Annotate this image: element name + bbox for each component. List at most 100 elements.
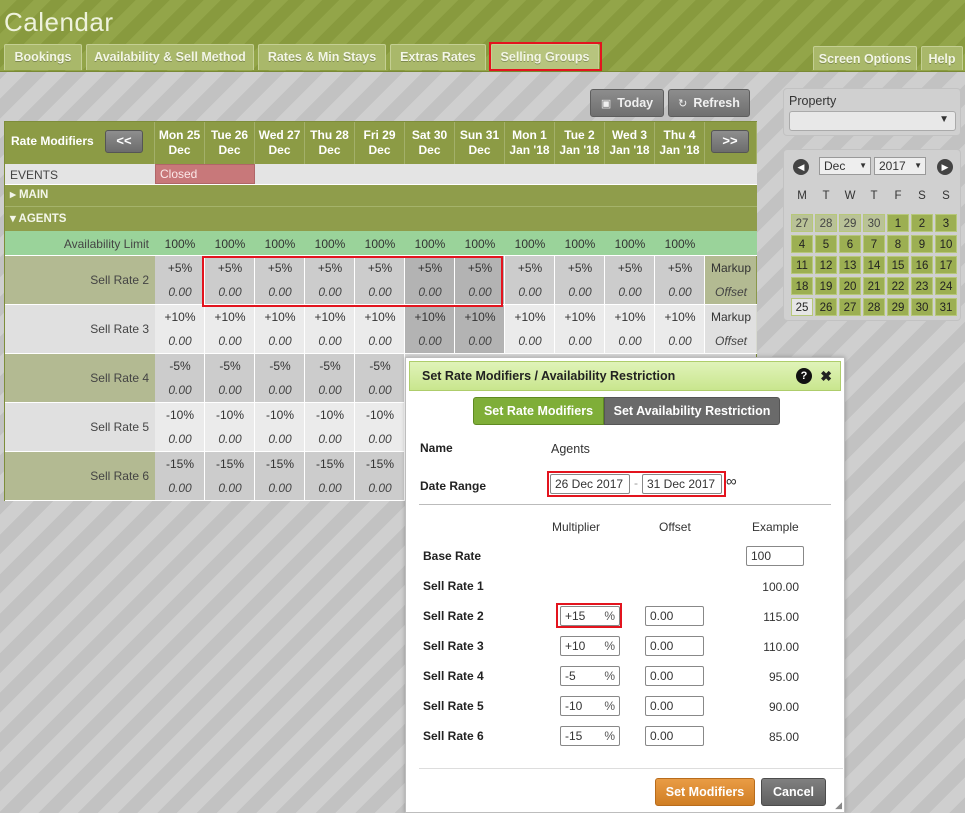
offset-input[interactable]: 0.00 — [645, 606, 704, 626]
rate-cell[interactable]: -15% 0.00 — [205, 452, 255, 500]
rate-cell[interactable]: +10% 0.00 — [255, 305, 305, 353]
calendar-day[interactable]: 30 — [863, 214, 885, 232]
day-header[interactable]: Mon 1 Jan '18 — [505, 122, 555, 164]
prev-week-button[interactable]: << — [105, 130, 143, 153]
rate-cell[interactable]: -15% 0.00 — [155, 452, 205, 500]
infinity-icon[interactable]: ∞ — [726, 473, 737, 490]
rate-cell[interactable]: +5% 0.00 — [655, 256, 705, 304]
multiplier-input[interactable]: +15% — [560, 606, 620, 626]
rate-cell[interactable]: -5% 0.00 — [355, 354, 405, 402]
availability-cell[interactable]: 100% — [455, 237, 505, 251]
availability-cell[interactable]: 100% — [405, 237, 455, 251]
help-icon[interactable]: ? — [796, 368, 812, 384]
calendar-day[interactable]: 23 — [911, 277, 933, 295]
availability-cell[interactable]: 100% — [205, 237, 255, 251]
multiplier-input[interactable]: -15% — [560, 726, 620, 746]
rate-cell[interactable]: -10% 0.00 — [255, 403, 305, 451]
day-header[interactable]: Sat 30 Dec — [405, 122, 455, 164]
rate-cell[interactable]: +5% 0.00 — [555, 256, 605, 304]
rate-cell[interactable]: +10% 0.00 — [655, 305, 705, 353]
refresh-button[interactable]: ↻ Refresh — [668, 89, 750, 117]
calendar-day[interactable]: 29 — [887, 298, 909, 316]
calendar-day[interactable]: 16 — [911, 256, 933, 274]
calendar-day[interactable]: 28 — [863, 298, 885, 316]
seg-set-rate-modifiers[interactable]: Set Rate Modifiers — [473, 397, 604, 425]
day-header[interactable]: Wed 3 Jan '18 — [605, 122, 655, 164]
date-to-input[interactable]: 31 Dec 2017 — [642, 474, 722, 494]
set-modifiers-button[interactable]: Set Modifiers — [655, 778, 755, 806]
calendar-day[interactable]: 19 — [815, 277, 837, 295]
help-button[interactable]: Help — [921, 46, 963, 70]
availability-cell[interactable]: 100% — [305, 237, 355, 251]
rate-cell[interactable]: +10% 0.00 — [305, 305, 355, 353]
rate-cell[interactable]: +10% 0.00 — [605, 305, 655, 353]
calendar-day[interactable]: 27 — [839, 298, 861, 316]
calendar-day[interactable]: 26 — [815, 298, 837, 316]
rate-cell[interactable]: +5% 0.00 — [305, 256, 355, 304]
day-header[interactable]: Thu 4 Jan '18 — [655, 122, 705, 164]
tab-extras-rates[interactable]: Extras Rates — [390, 44, 486, 70]
day-header[interactable]: Mon 25 Dec — [155, 122, 205, 164]
rate-cell[interactable]: +5% 0.00 — [355, 256, 405, 304]
tab-bookings[interactable]: Bookings — [4, 44, 82, 70]
calendar-day[interactable]: 20 — [839, 277, 861, 295]
rate-cell[interactable]: +5% 0.00 — [405, 256, 455, 304]
rate-cell[interactable]: +5% 0.00 — [155, 256, 205, 304]
day-header[interactable]: Tue 26 Dec — [205, 122, 255, 164]
year-select[interactable]: 2017 ▼ — [874, 157, 926, 175]
calendar-day[interactable]: 14 — [863, 256, 885, 274]
rate-cell[interactable]: -5% 0.00 — [305, 354, 355, 402]
calendar-day[interactable]: 3 — [935, 214, 957, 232]
multiplier-input[interactable]: -10% — [560, 696, 620, 716]
calendar-day[interactable]: 18 — [791, 277, 813, 295]
rate-cell[interactable]: -10% 0.00 — [155, 403, 205, 451]
availability-cell[interactable]: 100% — [155, 237, 205, 251]
calendar-day[interactable]: 10 — [935, 235, 957, 253]
today-button[interactable]: ▣ Today — [590, 89, 664, 117]
calendar-day[interactable]: 24 — [935, 277, 957, 295]
rate-cell[interactable]: +5% 0.00 — [205, 256, 255, 304]
calendar-day[interactable]: 30 — [911, 298, 933, 316]
rate-cell[interactable]: -10% 0.00 — [355, 403, 405, 451]
rate-cell[interactable]: +10% 0.00 — [505, 305, 555, 353]
calendar-day[interactable]: 1 — [887, 214, 909, 232]
day-header[interactable]: Fri 29 Dec — [355, 122, 405, 164]
calendar-day[interactable]: 12 — [815, 256, 837, 274]
calendar-day[interactable]: 9 — [911, 235, 933, 253]
availability-cell[interactable]: 100% — [655, 237, 705, 251]
availability-cell[interactable]: 100% — [505, 237, 555, 251]
tab-rates-min-stays[interactable]: Rates & Min Stays — [258, 44, 386, 70]
rate-cell[interactable]: +10% 0.00 — [205, 305, 255, 353]
next-month-icon[interactable]: ▶ — [937, 159, 953, 175]
rate-cell[interactable]: +10% 0.00 — [355, 305, 405, 353]
rate-cell[interactable]: +10% 0.00 — [155, 305, 205, 353]
calendar-day[interactable]: 2 — [911, 214, 933, 232]
screen-options-button[interactable]: Screen Options — [813, 46, 917, 70]
next-week-button[interactable]: >> — [711, 130, 749, 153]
calendar-day[interactable]: 15 — [887, 256, 909, 274]
close-icon[interactable]: ✖ — [820, 362, 832, 390]
cancel-button[interactable]: Cancel — [761, 778, 826, 806]
rate-cell[interactable]: -10% 0.00 — [205, 403, 255, 451]
calendar-day[interactable]: 6 — [839, 235, 861, 253]
day-header[interactable]: Wed 27 Dec — [255, 122, 305, 164]
rate-cell[interactable]: +5% 0.00 — [505, 256, 555, 304]
rate-cell[interactable]: +5% 0.00 — [455, 256, 505, 304]
prev-month-icon[interactable]: ◀ — [793, 159, 809, 175]
rate-cell[interactable]: +5% 0.00 — [605, 256, 655, 304]
rate-cell[interactable]: -10% 0.00 — [305, 403, 355, 451]
rate-cell[interactable]: +10% 0.00 — [555, 305, 605, 353]
rate-cell[interactable]: -15% 0.00 — [305, 452, 355, 500]
calendar-day[interactable]: 5 — [815, 235, 837, 253]
rate-cell[interactable]: +10% 0.00 — [405, 305, 455, 353]
offset-input[interactable]: 0.00 — [645, 636, 704, 656]
calendar-day[interactable]: 22 — [887, 277, 909, 295]
calendar-day[interactable]: 29 — [839, 214, 861, 232]
seg-set-availability-restriction[interactable]: Set Availability Restriction — [604, 397, 780, 425]
event-closed[interactable]: Closed — [155, 164, 255, 184]
main-group-row[interactable]: ▸ MAIN — [5, 185, 757, 207]
calendar-day[interactable]: 13 — [839, 256, 861, 274]
rate-cell[interactable]: -5% 0.00 — [205, 354, 255, 402]
rate-cell[interactable]: -5% 0.00 — [255, 354, 305, 402]
offset-input[interactable]: 0.00 — [645, 696, 704, 716]
